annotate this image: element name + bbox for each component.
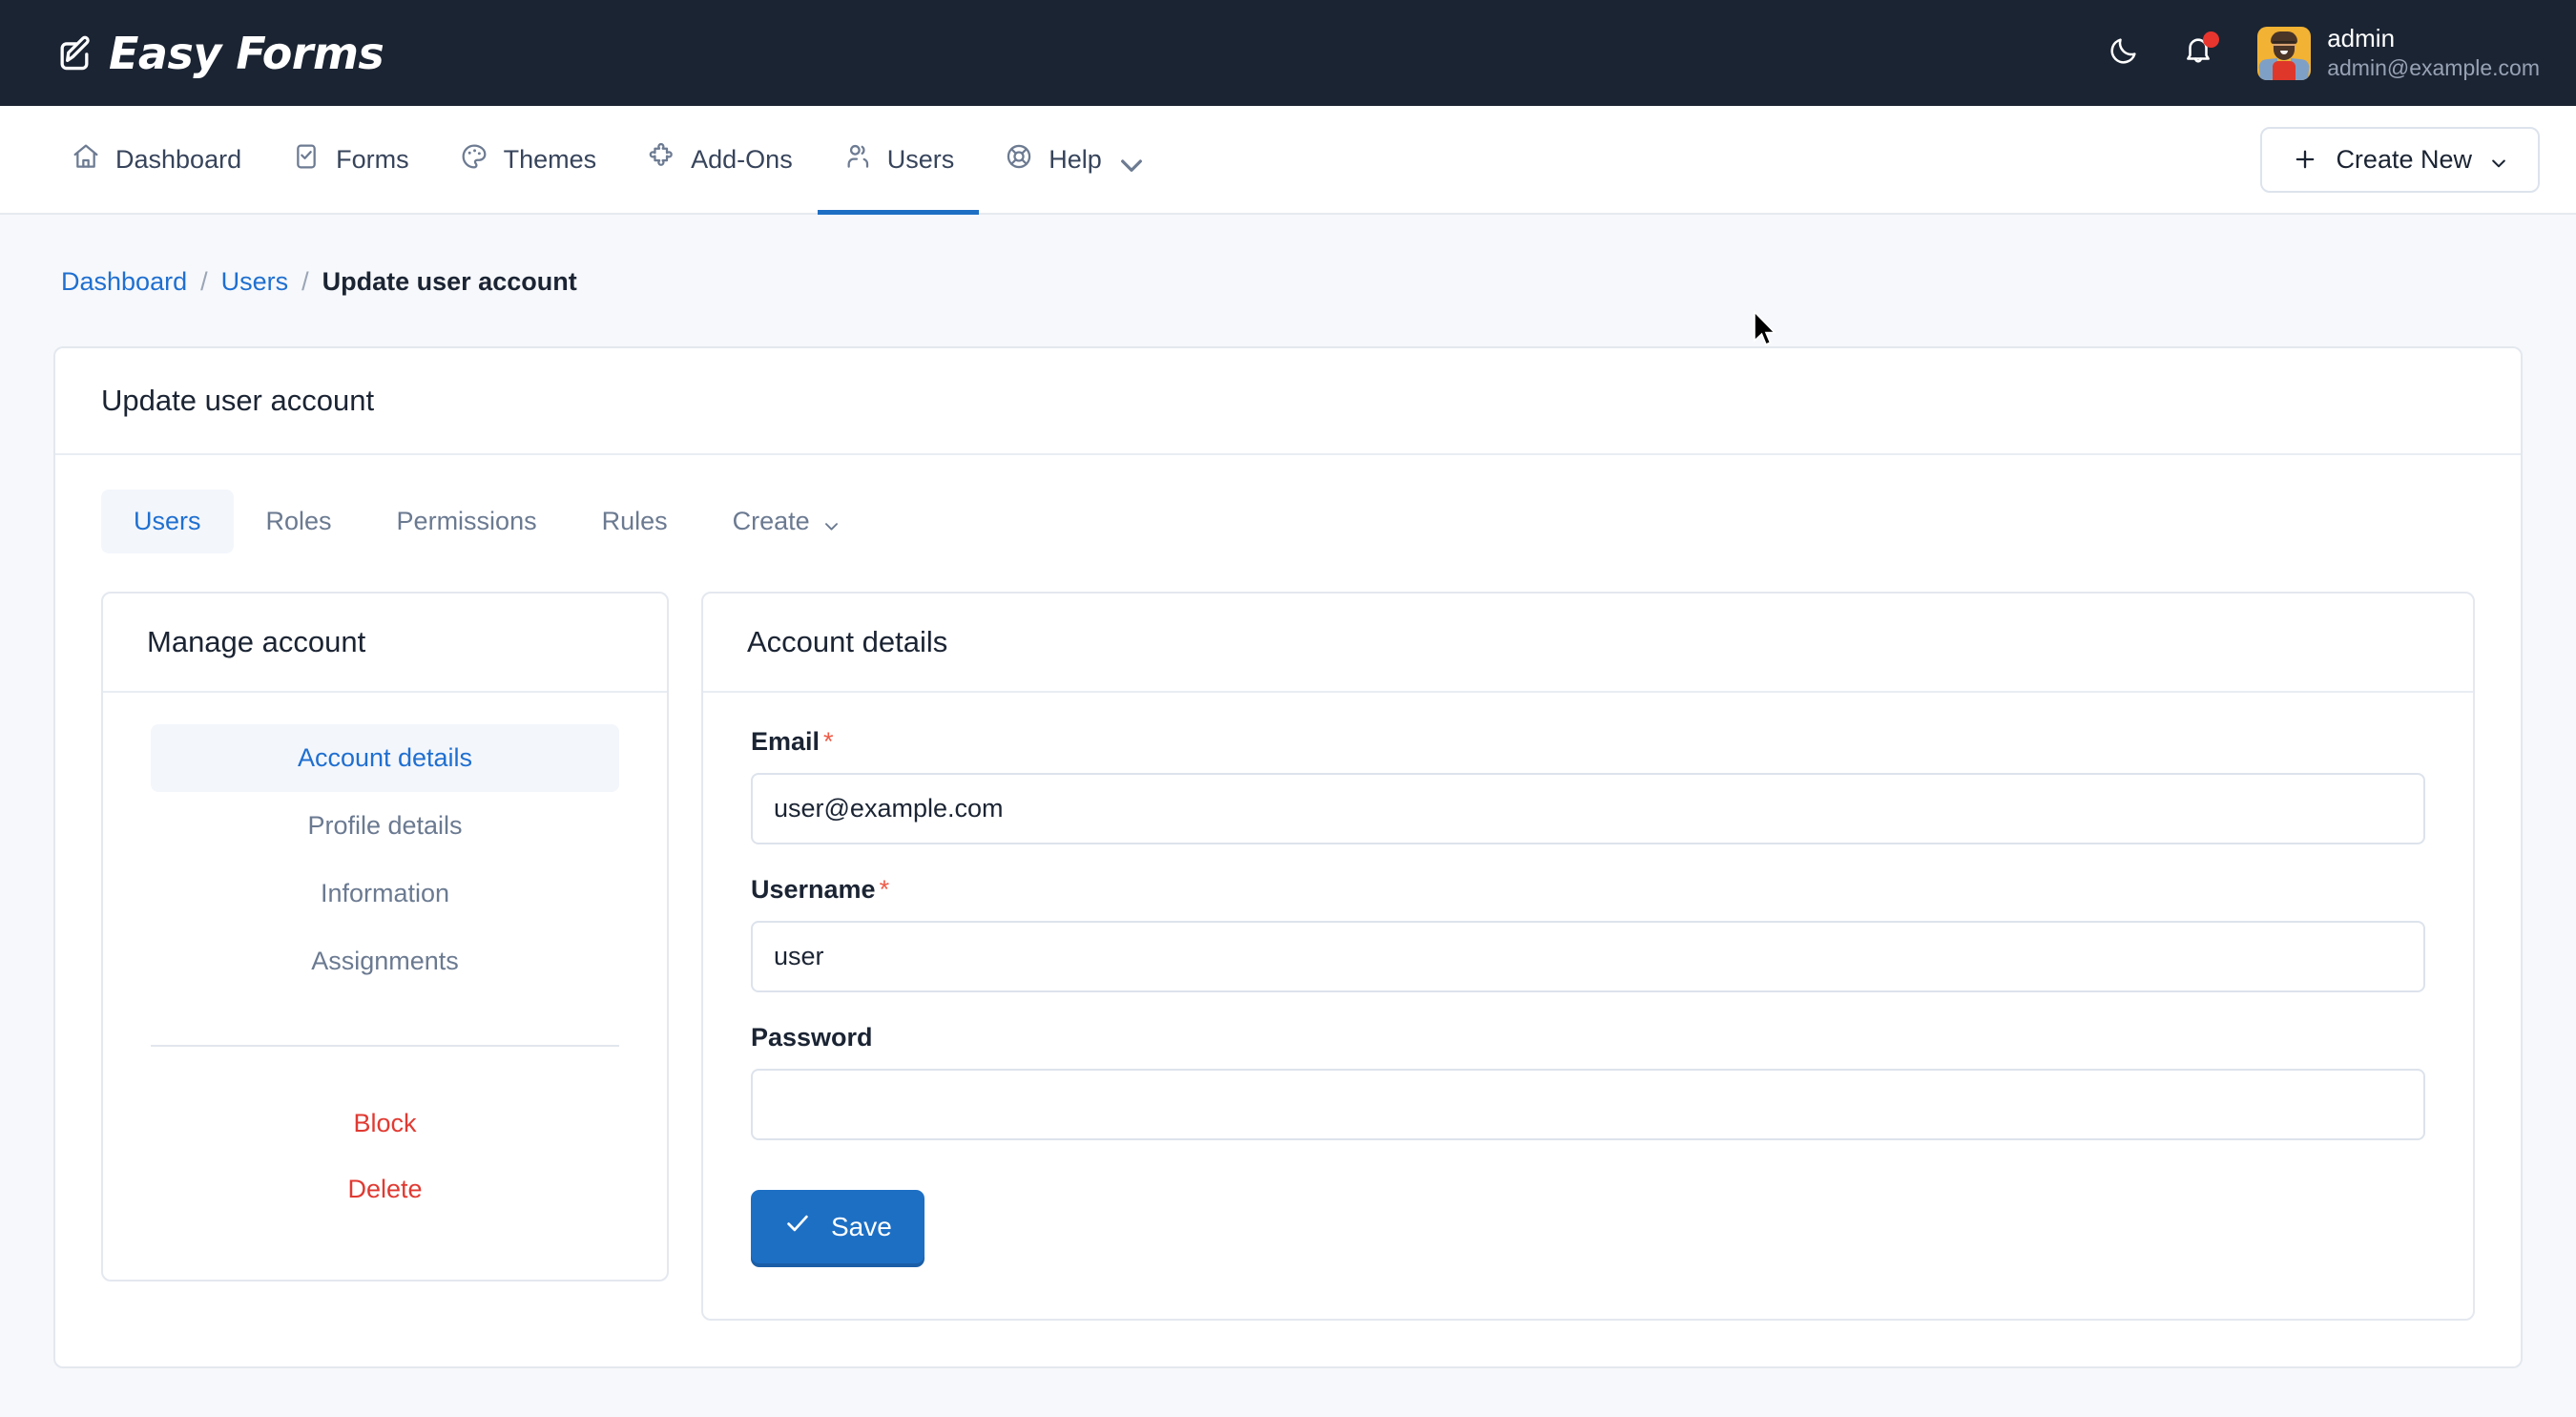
chevron-down-icon: [1116, 150, 1142, 172]
tab-label: Users: [134, 507, 201, 535]
nav-item-help[interactable]: Help: [979, 106, 1160, 213]
save-button[interactable]: Save: [751, 1190, 924, 1263]
nav-item-forms[interactable]: Forms: [266, 106, 434, 213]
email-label-text: Email: [751, 727, 821, 756]
tab-rules[interactable]: Rules: [570, 490, 700, 553]
page-content: Dashboard / Users / Update user account …: [0, 215, 2576, 1368]
account-details-card: Account details Email* Username*: [701, 592, 2475, 1321]
notification-badge: [2203, 31, 2220, 48]
account-details-body: Email* Username* Passwor: [703, 693, 2473, 1319]
dark-mode-toggle[interactable]: [2103, 32, 2145, 74]
check-icon: [783, 1209, 812, 1244]
user-name: admin: [2327, 24, 2396, 53]
tab-users[interactable]: Users: [101, 490, 234, 553]
brand-name: Easy Forms: [109, 27, 384, 79]
breadcrumb-current: Update user account: [322, 267, 577, 296]
palette-icon: [459, 141, 489, 178]
breadcrumb: Dashboard / Users / Update user account: [53, 215, 2523, 297]
required-asterisk: *: [879, 875, 890, 904]
nav-item-users[interactable]: Users: [817, 106, 980, 215]
username-label-text: Username: [751, 875, 876, 904]
chevron-down-icon: [2489, 150, 2508, 169]
notifications-button[interactable]: [2177, 31, 2220, 74]
required-asterisk: *: [823, 727, 834, 756]
save-label: Save: [831, 1211, 892, 1241]
tab-label: Permissions: [396, 507, 537, 535]
create-new-button[interactable]: Create New: [2260, 126, 2540, 193]
sidebar-item-information[interactable]: Information: [151, 860, 619, 927]
page-title: Update user account: [55, 348, 2521, 455]
tab-label: Rules: [601, 507, 668, 535]
email-label: Email *: [751, 727, 2425, 757]
sidebar-item-profile-details[interactable]: Profile details: [151, 792, 619, 860]
username-field-group: Username *: [751, 875, 2425, 992]
tab-label: Roles: [265, 507, 332, 535]
nav-item-dashboard[interactable]: Dashboard: [53, 106, 266, 213]
home-icon: [71, 141, 101, 178]
password-label: Password: [751, 1023, 2425, 1052]
nav-item-addons[interactable]: Add-Ons: [621, 106, 818, 213]
username-label: Username *: [751, 875, 2425, 905]
user-menu[interactable]: admin admin@example.com: [2257, 24, 2540, 81]
puzzle-icon: [646, 141, 676, 178]
manage-account-card: Manage account Account details Profile d…: [101, 592, 669, 1282]
breadcrumb-dashboard[interactable]: Dashboard: [61, 267, 187, 297]
account-details-title: Account details: [703, 594, 2473, 693]
nav-item-themes[interactable]: Themes: [434, 106, 622, 213]
password-field-group: Password: [751, 1023, 2425, 1140]
users-icon: [842, 141, 873, 178]
create-new-label: Create New: [2336, 144, 2472, 174]
nav-label: Help: [1049, 144, 1102, 174]
chevron-down-icon: [822, 512, 841, 531]
avatar: [2257, 26, 2312, 80]
email-input[interactable]: [751, 773, 2425, 844]
manage-account-body: Account details Profile details Informat…: [103, 693, 667, 1280]
nav-label: Add-Ons: [691, 144, 793, 174]
manage-account-title: Manage account: [103, 594, 667, 693]
tab-roles[interactable]: Roles: [234, 490, 364, 553]
brand-logo[interactable]: Easy Forms: [53, 28, 384, 79]
lifebuoy-icon: [1004, 141, 1034, 178]
panel-body: Users Roles Permissions Rules Create Man…: [55, 455, 2521, 1366]
breadcrumb-separator: /: [200, 267, 208, 296]
tab-permissions[interactable]: Permissions: [364, 490, 570, 553]
divider: [151, 1045, 619, 1047]
clipboard-check-icon: [291, 141, 322, 178]
nav-label: Dashboard: [115, 144, 242, 174]
password-label-text: Password: [751, 1023, 873, 1052]
delete-button[interactable]: Delete: [151, 1157, 619, 1222]
main-nav: Dashboard Forms Themes Add-Ons Users Hel…: [0, 106, 2576, 215]
tab-bar: Users Roles Permissions Rules Create: [101, 490, 2475, 553]
breadcrumb-users[interactable]: Users: [221, 267, 289, 297]
plus-icon: [2292, 146, 2318, 173]
nav-label: Forms: [336, 144, 409, 174]
nav-label: Users: [886, 144, 955, 174]
content-columns: Manage account Account details Profile d…: [101, 592, 2475, 1321]
moon-icon: [2108, 34, 2140, 72]
top-bar: Easy Forms admin admin@example.com: [0, 0, 2576, 106]
password-input[interactable]: [751, 1069, 2425, 1140]
block-button[interactable]: Block: [151, 1091, 619, 1157]
pencil-square-icon: [53, 32, 95, 74]
breadcrumb-separator: /: [301, 267, 309, 296]
update-user-panel: Update user account Users Roles Permissi…: [53, 346, 2523, 1368]
sidebar-item-account-details[interactable]: Account details: [151, 724, 619, 792]
user-email: admin@example.com: [2327, 54, 2540, 80]
top-bar-actions: admin admin@example.com: [2103, 24, 2540, 81]
sidebar-item-assignments[interactable]: Assignments: [151, 927, 619, 995]
tab-label: Create: [732, 507, 810, 535]
nav-label: Themes: [503, 144, 597, 174]
tab-create[interactable]: Create: [700, 490, 873, 553]
create-new-wrap: Create New: [2260, 106, 2540, 213]
username-input[interactable]: [751, 921, 2425, 992]
nav-items: Dashboard Forms Themes Add-Ons Users Hel…: [53, 106, 1160, 215]
email-field-group: Email *: [751, 727, 2425, 844]
